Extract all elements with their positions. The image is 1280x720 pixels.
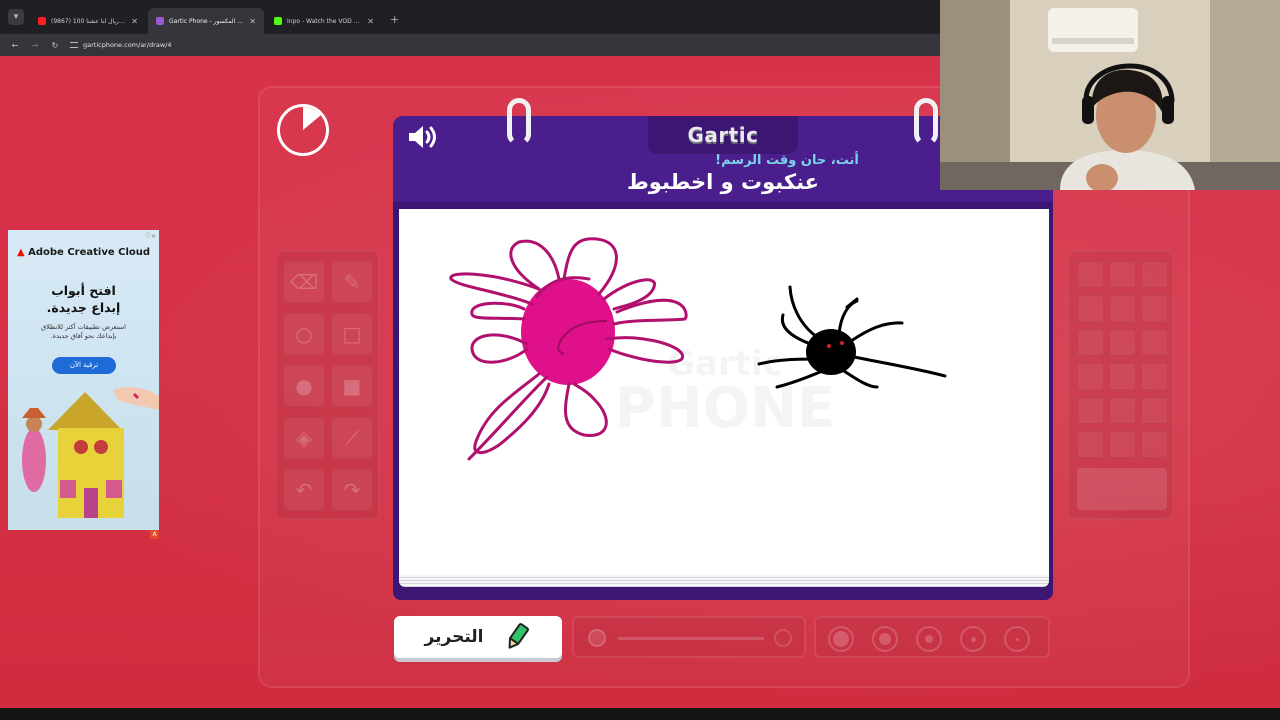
- browser-tab-youtube[interactable]: (9867) مليون ريال لنا عشنا 100 ... ✕: [30, 8, 146, 34]
- speaker-icon[interactable]: [406, 122, 440, 152]
- color-swatch[interactable]: [1109, 295, 1136, 322]
- redo-icon[interactable]: ↷: [331, 469, 373, 511]
- color-swatch[interactable]: [1141, 397, 1168, 424]
- reload-icon[interactable]: ↻: [50, 41, 60, 50]
- fill-bucket-tool-icon[interactable]: ◈: [283, 417, 325, 459]
- slider-min-icon: [588, 629, 606, 647]
- youtube-favicon-icon: [38, 17, 46, 25]
- streamer-webcam-image: [940, 0, 1280, 190]
- eraser-tool-icon[interactable]: ⌫: [283, 261, 325, 303]
- pen-tool-icon[interactable]: ✎: [331, 261, 373, 303]
- drawing-canvas[interactable]: Gartic PHONE: [399, 209, 1049, 575]
- color-swatch[interactable]: [1141, 295, 1168, 322]
- color-swatch[interactable]: [1077, 363, 1104, 390]
- close-tab-icon[interactable]: ✕: [249, 17, 256, 26]
- color-swatch[interactable]: [1109, 329, 1136, 356]
- binder-ring-right: [914, 98, 938, 146]
- circle-outline-tool-icon[interactable]: ○: [283, 313, 325, 355]
- drawing-toolbar: ⌫ ✎ ○ □ ● ■ ◈ ⟋ ↶ ↷: [275, 250, 380, 520]
- address-bar: ← → ↻ garticphone.com/ar/draw/4: [0, 34, 940, 56]
- ad-headline: افتح أبواب إبداع جديدة.: [46, 283, 121, 315]
- rectangle-filled-tool-icon[interactable]: ■: [331, 365, 373, 407]
- color-swatch[interactable]: [1141, 261, 1168, 288]
- brush-size-xl[interactable]: [828, 626, 854, 652]
- color-swatch[interactable]: [1077, 295, 1104, 322]
- color-swatch[interactable]: [1109, 397, 1136, 424]
- circle-filled-tool-icon[interactable]: ●: [283, 365, 325, 407]
- binder-ring-left: [507, 98, 531, 146]
- color-swatch[interactable]: [1109, 431, 1136, 458]
- timer-icon: [277, 104, 329, 156]
- color-swatch[interactable]: [1077, 261, 1104, 288]
- brush-size-l[interactable]: [872, 626, 898, 652]
- brush-size-picker: [814, 616, 1050, 658]
- pencil-icon: [509, 623, 530, 649]
- undo-icon[interactable]: ↶: [283, 469, 325, 511]
- back-arrow-icon[interactable]: ←: [10, 41, 20, 50]
- color-swatch[interactable]: [1141, 363, 1168, 390]
- browser-tab-strip: ▾ (9867) مليون ريال لنا عشنا 100 ... ✕ G…: [0, 0, 940, 34]
- ad-choices-icon[interactable]: A: [150, 530, 159, 539]
- new-tab-button[interactable]: +: [390, 13, 399, 26]
- webcam-overlay: [940, 0, 1280, 190]
- color-swatch[interactable]: [1077, 329, 1104, 356]
- ad-illustration: [22, 387, 159, 518]
- logo-tab: Gartic: [648, 116, 798, 154]
- close-tab-icon[interactable]: ✕: [131, 17, 138, 26]
- tab-title: Inpo - Watch the VOD on Kick: [287, 17, 362, 25]
- site-info-icon[interactable]: [70, 42, 78, 48]
- browser-tab-kick[interactable]: Inpo - Watch the VOD on Kick ✕: [266, 8, 382, 34]
- color-swatch[interactable]: [1109, 261, 1136, 288]
- timer-progress: [280, 107, 326, 153]
- advertisement-banner[interactable]: ⓘ✕ ▲ Adobe Creative Cloud افتح أبواب إبد…: [8, 230, 159, 530]
- ad-body: استعرض تطبيقات أكثر للانطلاق بإبداعك نحو…: [41, 323, 126, 340]
- tab-title: Gartic Phone - الهاتف المكسور: [169, 17, 245, 25]
- browser-tab-gartic[interactable]: Gartic Phone - الهاتف المكسور ✕: [148, 8, 264, 34]
- tab-search-icon[interactable]: ▾: [8, 9, 24, 25]
- gartic-favicon-icon: [156, 17, 164, 25]
- color-swatch[interactable]: [1077, 431, 1104, 458]
- color-swatch[interactable]: [1141, 329, 1168, 356]
- ad-info-icon[interactable]: ⓘ✕: [145, 231, 156, 240]
- brush-size-m[interactable]: [916, 626, 942, 652]
- tab-title: (9867) مليون ريال لنا عشنا 100 ...: [51, 17, 126, 25]
- ad-brand: ▲ Adobe Creative Cloud: [16, 247, 151, 258]
- notebook-page-edges: [399, 575, 1049, 587]
- spider-drawing: [757, 285, 947, 389]
- drawing-strokes: [449, 237, 947, 461]
- color-swatch[interactable]: [1077, 397, 1104, 424]
- brush-size-s[interactable]: [960, 626, 986, 652]
- slider-max-icon: [774, 629, 792, 647]
- rectangle-outline-tool-icon[interactable]: □: [331, 313, 373, 355]
- gartic-logo: Gartic: [687, 123, 759, 147]
- url-text: garticphone.com/ar/draw/4: [83, 41, 172, 49]
- forward-arrow-icon[interactable]: →: [30, 41, 40, 50]
- edit-button[interactable]: التحرير: [394, 616, 562, 658]
- close-tab-icon[interactable]: ✕: [367, 17, 374, 26]
- url-field[interactable]: garticphone.com/ar/draw/4: [70, 41, 171, 49]
- current-color-preview[interactable]: [1077, 468, 1167, 510]
- brush-size-xs[interactable]: [1004, 626, 1030, 652]
- edit-button-label: التحرير: [424, 627, 484, 647]
- line-tool-icon[interactable]: ⟋: [331, 417, 373, 459]
- kick-favicon-icon: [274, 17, 282, 25]
- opacity-slider[interactable]: [572, 616, 806, 658]
- color-palette: [1067, 250, 1174, 520]
- taskbar-strip: [0, 708, 1280, 720]
- color-swatch[interactable]: [1141, 431, 1168, 458]
- color-swatch[interactable]: [1109, 363, 1136, 390]
- screen: ▾ (9867) مليون ريال لنا عشنا 100 ... ✕ G…: [0, 0, 1280, 720]
- slider-track[interactable]: [618, 637, 764, 640]
